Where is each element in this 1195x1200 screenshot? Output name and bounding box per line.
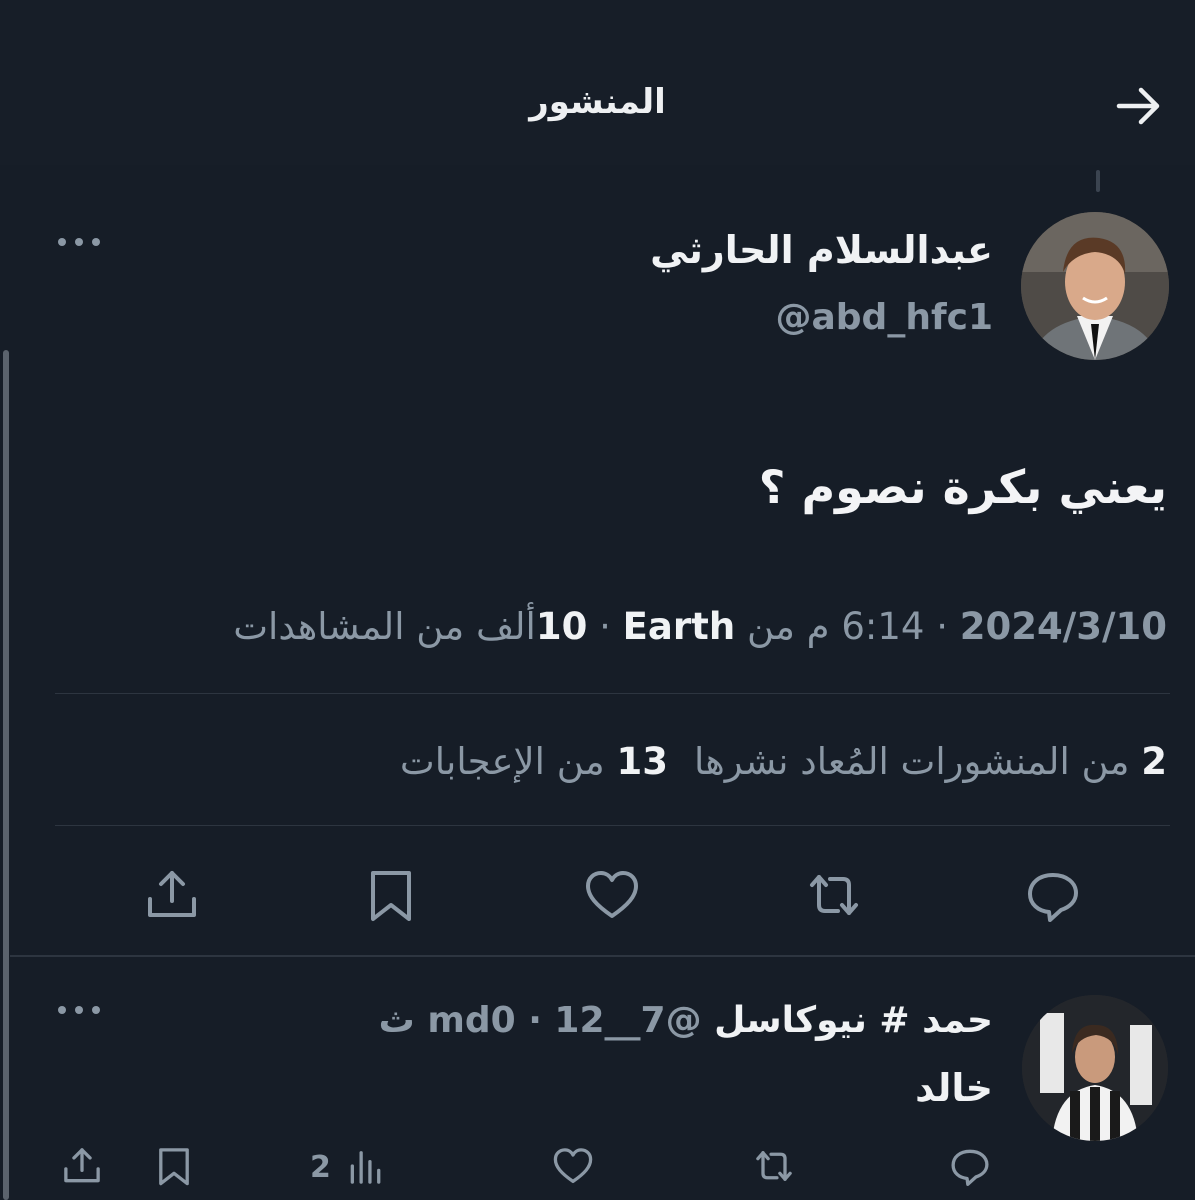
- likes-label[interactable]: من الإعجابات: [400, 740, 605, 783]
- reply-author-name[interactable]: حمد # نيوكاسل: [714, 1000, 993, 1041]
- likes-count[interactable]: 13: [616, 740, 668, 783]
- like-icon[interactable]: [551, 1144, 595, 1188]
- like-icon[interactable]: [582, 865, 642, 925]
- author-handle[interactable]: @abd_hfc1: [775, 297, 993, 338]
- more-options-icon[interactable]: [58, 1006, 100, 1014]
- views-label: ألف من المشاهدات: [233, 605, 536, 648]
- thread-line: [1096, 170, 1100, 192]
- repost-icon[interactable]: [804, 865, 864, 925]
- scrollbar[interactable]: [3, 350, 9, 1200]
- avatar[interactable]: [1022, 995, 1168, 1141]
- reply-header[interactable]: حمد # نيوكاسل @7__md0 · 12 ث: [379, 1000, 993, 1041]
- views-count: 10: [535, 605, 588, 648]
- top-bar: المنشور: [0, 0, 1195, 165]
- tweet-time: 6:14 م من: [746, 605, 925, 648]
- meta-separator: ·: [599, 605, 611, 648]
- divider: [55, 693, 1170, 694]
- reply-views-count[interactable]: 2: [310, 1150, 331, 1185]
- views-icon[interactable]: [345, 1144, 389, 1188]
- tweet-location: Earth: [622, 605, 736, 648]
- more-options-icon[interactable]: [58, 238, 100, 246]
- tweet-meta: 2024/3/10 · 6:14 م من Earth · 10ألف من ا…: [233, 605, 1167, 648]
- reply-icon[interactable]: [1023, 865, 1083, 925]
- bookmark-icon[interactable]: [361, 865, 421, 925]
- reply-icon[interactable]: [948, 1144, 992, 1188]
- engagement-stats: 2 من المنشورات المُعاد نشرها 13 من الإعجا…: [400, 740, 1167, 783]
- share-icon[interactable]: [60, 1144, 104, 1188]
- meta-separator: ·: [936, 605, 948, 648]
- repost-icon[interactable]: [752, 1144, 796, 1188]
- divider: [55, 825, 1170, 826]
- bookmark-icon[interactable]: [152, 1144, 196, 1188]
- author-name[interactable]: عبدالسلام الحارثي: [650, 228, 993, 272]
- page-title: المنشور: [529, 82, 666, 122]
- arrow-right-icon[interactable]: [1111, 78, 1167, 134]
- avatar[interactable]: [1021, 212, 1169, 360]
- reply-handle-time[interactable]: @7__md0 · 12 ث: [379, 1000, 702, 1041]
- share-icon[interactable]: [142, 865, 202, 925]
- reposts-label[interactable]: من المنشورات المُعاد نشرها: [694, 740, 1130, 783]
- reply-author-name-continued: خالد: [915, 1066, 993, 1110]
- tweet-date: 2024/3/10: [959, 605, 1167, 648]
- divider: [10, 955, 1195, 957]
- reposts-count[interactable]: 2: [1141, 740, 1167, 783]
- tweet-text: يعني بكرة نصوم ؟: [758, 460, 1167, 514]
